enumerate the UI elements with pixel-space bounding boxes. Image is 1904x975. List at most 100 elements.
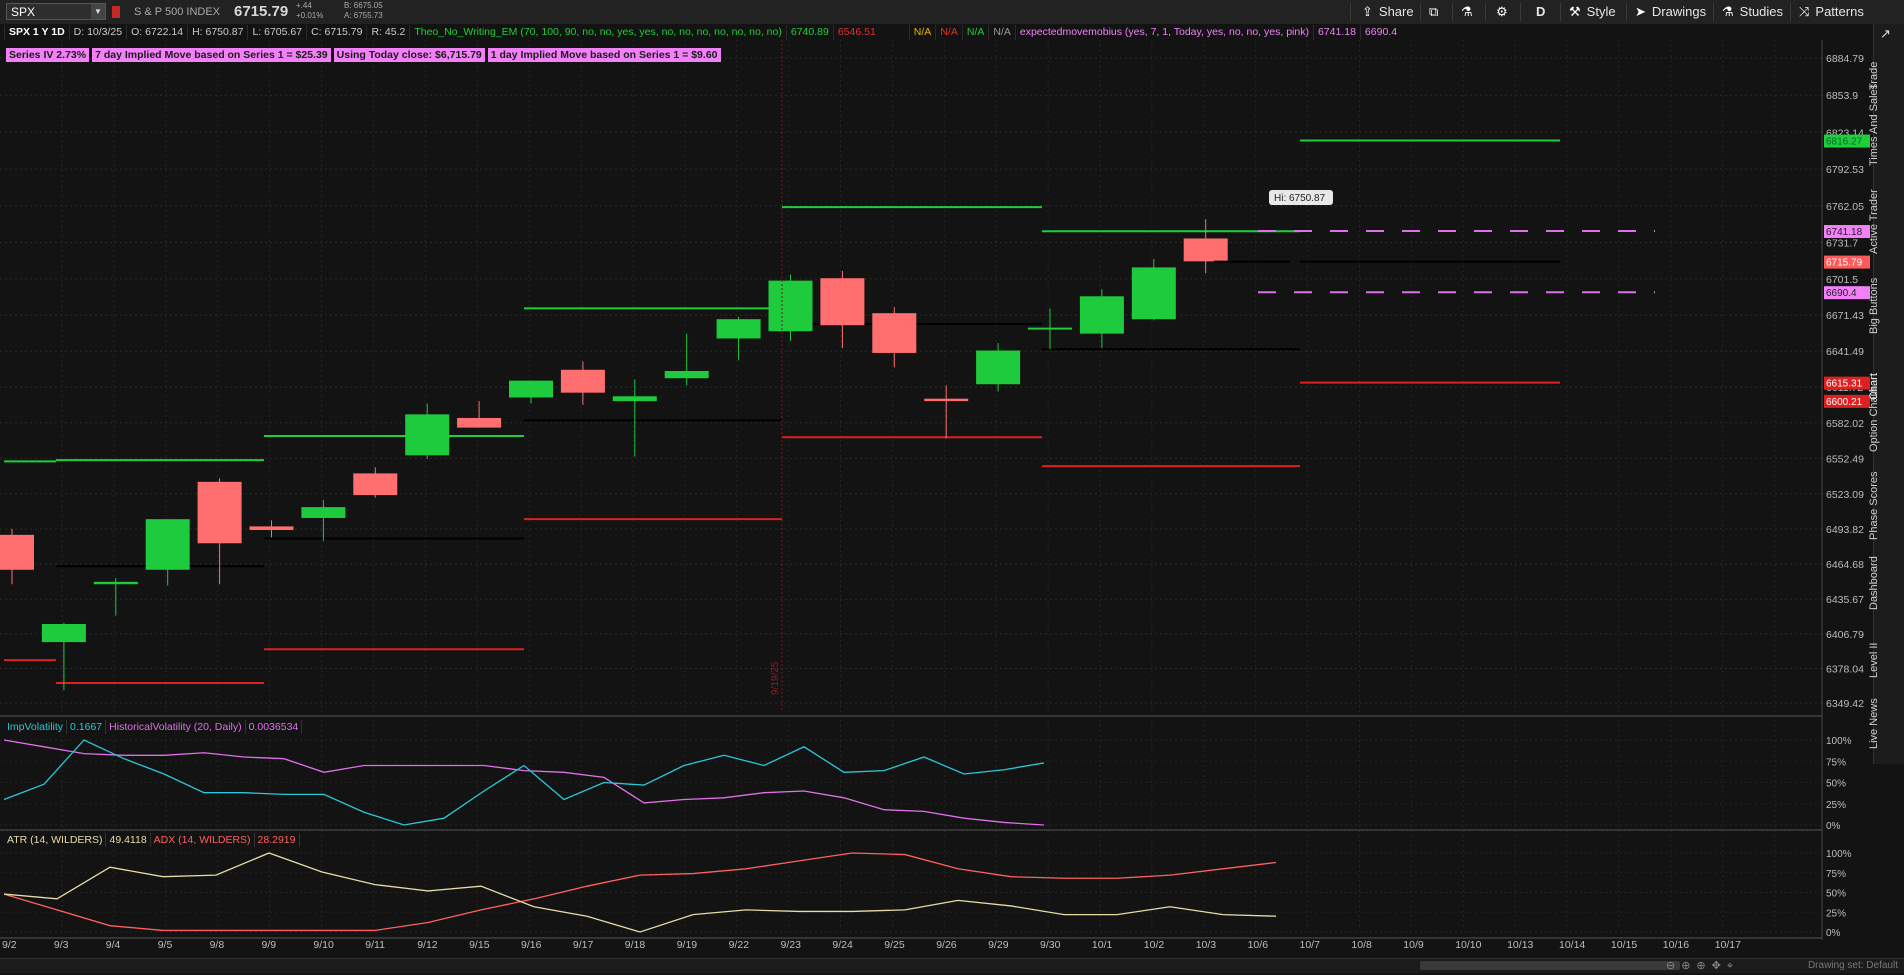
price-tick-label: 6582.02 [1826,418,1864,430]
candle-body [612,396,657,402]
date-tick-label: 9/10 [313,939,334,951]
na-value: N/A [935,25,962,40]
sidebar-tab-times-and-sales[interactable]: Times And Sales [1868,84,1880,166]
horizontal-scrollbar[interactable]: ⊖⊕⊕✥⌖ Drawing set: Default [0,958,1904,973]
timeframe-button[interactable]: D [1530,0,1551,24]
divider [1626,3,1627,21]
ask-value: A: 6755.73 [344,11,383,20]
symbol-description: S & P 500 INDEX [134,6,221,18]
gear-icon: ⚙ [1496,4,1508,19]
price-tick-label: 6884.79 [1826,53,1864,65]
price-chart[interactable]: 6884.796853.96823.146792.536762.056731.7… [0,24,1904,972]
price-badge-text: 6715.79 [1826,258,1863,269]
price-tick-label: 6435.67 [1826,594,1864,606]
date-tick-label: 10/9 [1403,939,1424,951]
flask-icon: ⚗ [1461,4,1473,19]
atr-axis-label: 75% [1826,869,1846,880]
share-button[interactable]: ⇪ Share [1356,0,1420,24]
date-tick-label: 9/25 [884,939,905,951]
price-tick-label: 6493.82 [1826,524,1864,536]
price-tick-label: 6701.5 [1826,274,1858,286]
candle-body [1183,238,1228,262]
histvol-name[interactable]: HistoricalVolatility (20, Daily) [106,720,246,734]
chevron-down-icon[interactable]: ▼ [91,4,105,19]
date-tick-label: 9/4 [106,939,121,951]
date-tick-label: 9/26 [936,939,957,951]
vol-axis-label: 50% [1826,779,1846,790]
chart-area[interactable]: 6884.79 6853.9 6823.14 6792.53 6762.05 6731.7… [0,24,1904,972]
price-badge-text: 6600.21 [1826,397,1863,408]
zoom-controls[interactable]: ⊖⊕⊕✥⌖ [1666,959,1739,973]
price-tick-label: 6523.09 [1826,489,1864,501]
symbol-value[interactable]: SPX [11,5,35,19]
date-tick-label: 9/24 [832,939,853,951]
price-tick-label: 6464.68 [1826,559,1864,571]
style-icon: ⚒ [1569,4,1581,19]
date-tick-label: 10/7 [1300,939,1321,951]
scroll-thumb[interactable] [1420,961,1680,970]
sidebar-tab-big-buttons[interactable]: Big Buttons [1868,278,1880,334]
candle-body [1028,327,1072,330]
atr-name[interactable]: ATR (14, WILDERS) [4,833,107,847]
candle-body [509,380,553,398]
date-tick-label: 10/6 [1248,939,1269,951]
studies-icon: ⚗ [1722,4,1734,19]
seven-day-move-label: 7 day Implied Move based on Series 1 = $… [92,48,331,62]
studies-label: Studies [1739,4,1784,19]
sidebar-tab-dashboard[interactable]: Dashboard [1868,556,1880,610]
collapse-arrow-icon[interactable]: ↗ [1880,26,1891,42]
sidebar-tab-active-trader[interactable]: Active Trader [1868,189,1880,254]
study1-value1: 6740.89 [785,25,833,40]
top-toolbar: SPX ▼ S & P 500 INDEX 6715.79 +.44 +0.01… [0,0,1904,25]
divider [1560,3,1561,21]
patterns-icon: ⤨ [1799,4,1810,19]
patterns-label: Patterns [1815,4,1864,19]
symbol-selector[interactable]: SPX ▼ [6,3,106,20]
drawing-set-label[interactable]: Drawing set: Default [1808,960,1898,971]
expiry-marker: 9/19/25 [770,661,781,695]
date-tick-label: 9/9 [262,939,277,951]
share-label: Share [1378,4,1414,19]
cursor-icon: ➤ [1635,4,1646,19]
price-tick-label: 6349.42 [1826,698,1864,710]
sidebar-tab-live-news[interactable]: Live News [1868,698,1880,749]
share-icon: ⇪ [1362,4,1373,19]
flag-icon[interactable] [112,6,120,18]
price-tick-label: 6671.43 [1826,310,1864,322]
studies-button[interactable]: ⚗ Studies [1716,0,1789,24]
change-percent: +0.01% [296,11,324,20]
divider [1790,3,1791,21]
date-tick-label: 9/29 [988,939,1009,951]
candle-body [249,526,294,531]
date-tick-label: 9/23 [781,939,802,951]
settings-button[interactable]: ⚙ [1490,0,1520,24]
vol-axis-label: 100% [1826,736,1852,747]
candle-body [301,507,346,518]
study2-name[interactable]: expectedmovemobius (yes, 7, 1, Today, ye… [1014,25,1313,40]
adx-name[interactable]: ADX (14, WILDERS) [151,833,255,847]
patterns-button[interactable]: ⤨ Patterns [1793,0,1870,24]
header-low: L: 6705.67 [247,25,306,40]
candle-body [93,581,138,585]
divider [1420,3,1421,21]
impvol-name[interactable]: ImpVolatility [4,720,68,734]
study-header: SPX 1 Y 1D D: 10/3/25 O: 6722.14 H: 6750.87… [4,25,1401,40]
one-day-move-label: 1 day Implied Move based on Series 1 = $… [487,48,721,62]
na-value: N/A [908,25,936,40]
date-tick-label: 9/3 [54,939,69,951]
date-tick-label: 9/22 [729,939,750,951]
style-button[interactable]: ⚒ Style [1563,0,1622,24]
drawings-button[interactable]: ➤ Drawings [1629,0,1712,24]
price-badge-text: 6690.4 [1826,288,1857,299]
price-tick-label: 6731.7 [1826,237,1858,249]
chart-label[interactable]: SPX 1 Y 1D [4,25,69,40]
date-tick-label: 10/13 [1507,939,1533,951]
price-tick-label: 6378.04 [1826,664,1864,676]
vol-axis-label: 75% [1826,757,1846,768]
sidebar-tab-option-chain[interactable]: Option Chain [1868,388,1880,452]
flask-button[interactable]: ⚗ [1455,0,1485,24]
study1-name[interactable]: Theo_No_Writing_EM (70, 100, 90, no, no,… [409,25,786,40]
snapshot-button[interactable]: ⧉ [1423,0,1450,24]
sidebar-tab-level-ii[interactable]: Level II [1868,643,1880,678]
sidebar-tab-phase-scores[interactable]: Phase Scores [1868,472,1880,540]
